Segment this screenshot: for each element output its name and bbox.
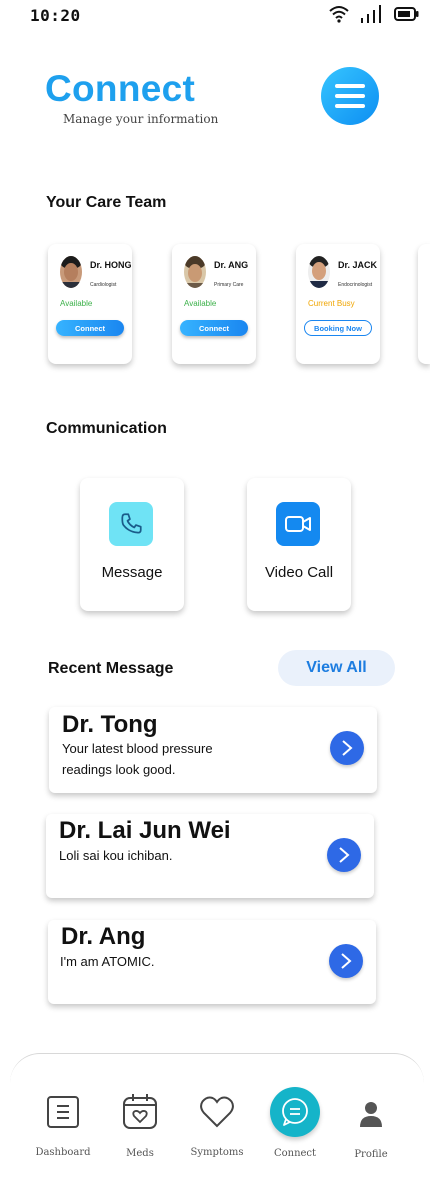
message-sender: Dr. Ang (61, 923, 146, 950)
chat-icon[interactable] (270, 1087, 320, 1137)
open-message-button[interactable] (330, 731, 364, 765)
chevron-right-icon (342, 740, 353, 756)
message-preview: Your latest blood pressure readings look… (62, 741, 213, 777)
menu-button[interactable] (321, 67, 379, 125)
doctor-status: Available (184, 299, 217, 308)
page-subtitle: Manage your information (63, 112, 219, 126)
communication-title: Communication (46, 420, 167, 437)
nav-label-profile[interactable]: Profile (331, 1149, 411, 1160)
video-call-option[interactable]: Video Call (247, 478, 351, 611)
recent-message-title: Recent Message (48, 660, 174, 677)
message-label: Message (101, 564, 163, 581)
avatar (60, 256, 82, 288)
message-item[interactable]: Dr. Lai Jun Wei Loli sai kou ichiban. (46, 814, 374, 898)
doctor-card-partial[interactable] (418, 244, 430, 364)
message-sender: Dr. Tong (62, 711, 158, 738)
open-message-button[interactable] (329, 944, 363, 978)
message-sender: Dr. Lai Jun Wei (59, 817, 231, 844)
status-time: 10:20 (30, 6, 81, 25)
person-icon[interactable] (358, 1100, 384, 1128)
heart-icon[interactable] (199, 1095, 235, 1129)
doctor-status: Available (60, 299, 93, 308)
video-call-label: Video Call (264, 564, 334, 581)
message-preview: Loli sai kou ichiban. (59, 848, 173, 863)
doctor-card[interactable]: Dr. HONG Cardiologist Available Connect (48, 244, 132, 364)
doctor-name: Dr. JACK (338, 260, 378, 270)
calendar-heart-icon[interactable] (122, 1092, 158, 1130)
message-item[interactable]: Dr. Ang I'm am ATOMIC. (48, 920, 376, 1004)
doctor-specialty: Cardiologist (90, 282, 117, 288)
menu-icon-bar (335, 94, 365, 98)
phone-icon (109, 502, 153, 546)
connect-button[interactable]: Connect (180, 320, 248, 336)
nav-label-connect[interactable]: Connect (255, 1148, 335, 1159)
connect-button[interactable]: Connect (56, 320, 124, 336)
battery-icon (394, 7, 419, 21)
video-camera-icon (276, 502, 320, 546)
doctor-name: Dr. ANG (214, 260, 249, 270)
avatar (308, 256, 330, 288)
nav-label-dashboard[interactable]: Dashboard (23, 1147, 103, 1158)
message-item[interactable]: Dr. Tong Your latest blood pressure read… (49, 707, 377, 793)
doctor-card[interactable]: Dr. ANG Primary Care Available Connect (172, 244, 256, 364)
booking-button[interactable]: Booking Now (304, 320, 372, 336)
doctor-specialty: Endocrinologist (338, 282, 373, 288)
menu-icon-bar (335, 104, 365, 108)
signal-icon (361, 5, 381, 23)
doctor-name: Dr. HONG (90, 260, 132, 270)
message-preview: I'm am ATOMIC. (60, 954, 155, 969)
avatar (184, 256, 206, 288)
message-option[interactable]: Message (80, 478, 184, 611)
chevron-right-icon (339, 847, 350, 863)
care-team-title: Your Care Team (46, 194, 167, 211)
status-icons (328, 4, 420, 24)
view-all-button[interactable]: View All (278, 650, 395, 686)
open-message-button[interactable] (327, 838, 361, 872)
menu-icon (335, 84, 365, 88)
doctor-card[interactable]: Dr. JACK Endocrinologist Current Busy Bo… (296, 244, 380, 364)
doctor-specialty: Primary Care (214, 282, 244, 288)
nav-label-symptoms[interactable]: Symptoms (177, 1147, 257, 1158)
nav-label-meds[interactable]: Meds (100, 1148, 180, 1159)
doctor-status: Current Busy (308, 299, 355, 308)
chevron-right-icon (341, 953, 352, 969)
page-title: Connect (45, 68, 196, 109)
wifi-icon (329, 6, 349, 23)
dashboard-icon[interactable] (46, 1095, 80, 1129)
